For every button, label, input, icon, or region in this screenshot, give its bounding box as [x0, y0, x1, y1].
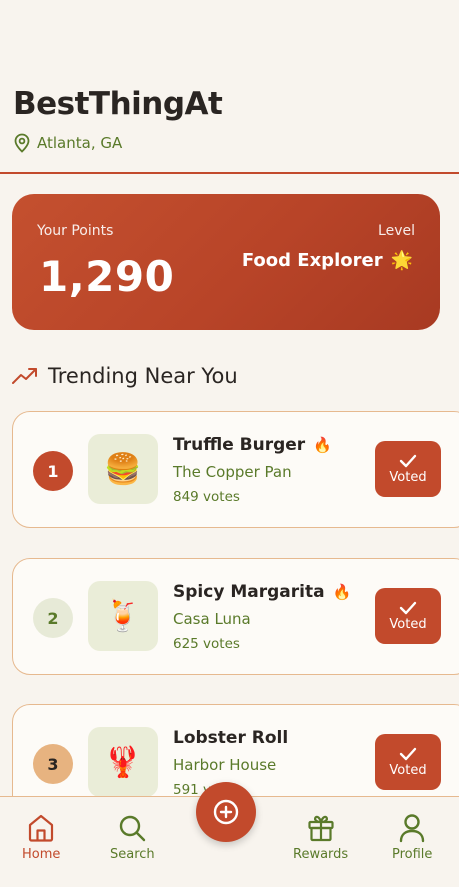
- header: BestThingAt Atlanta, GA: [0, 0, 459, 174]
- plus-circle-icon: [213, 799, 239, 825]
- location-pin-icon: [14, 133, 30, 153]
- rank-badge: 1: [33, 451, 73, 491]
- item-restaurant[interactable]: The Copper Pan: [173, 463, 292, 481]
- item-name-text: Spicy Margarita: [173, 582, 325, 602]
- search-icon: [120, 815, 146, 842]
- item-name-text: Truffle Burger: [173, 435, 306, 455]
- level-value: Food Explorer 🌟: [242, 250, 413, 271]
- item-name: Spicy Margarita 🔥: [173, 582, 351, 602]
- star-icon: 🌟: [390, 250, 413, 271]
- nav-profile[interactable]: Profile: [392, 813, 432, 862]
- section-title: Trending Near You: [48, 364, 238, 388]
- rank-badge: 2: [33, 598, 73, 638]
- trending-section-header: Trending Near You: [12, 364, 238, 388]
- item-votes: 849 votes: [173, 489, 240, 505]
- voted-button[interactable]: Voted: [375, 441, 441, 497]
- nav-search-label: Search: [110, 847, 155, 862]
- points-card: Your Points 1,290 Level Food Explorer 🌟: [12, 194, 440, 330]
- points-label: Your Points: [37, 223, 114, 239]
- trending-item-card[interactable]: 2 🍹 Spicy Margarita 🔥 Casa Luna 625 vote…: [12, 558, 459, 675]
- voted-button[interactable]: Voted: [375, 588, 441, 644]
- voted-label: Voted: [389, 469, 427, 485]
- nav-home[interactable]: Home: [22, 813, 60, 862]
- nav-rewards-label: Rewards: [293, 847, 349, 862]
- add-button[interactable]: [196, 782, 256, 842]
- nav-profile-label: Profile: [392, 847, 433, 862]
- points-value: 1,290: [39, 252, 175, 301]
- item-restaurant[interactable]: Casa Luna: [173, 610, 251, 628]
- nav-rewards[interactable]: Rewards: [293, 813, 348, 862]
- check-icon: [399, 747, 417, 760]
- cocktail-icon: 🍹: [88, 581, 158, 651]
- fire-icon: 🔥: [313, 436, 332, 454]
- nav-search[interactable]: Search: [110, 813, 155, 862]
- rank-badge: 3: [33, 744, 73, 784]
- check-icon: [399, 454, 417, 467]
- home-icon: [29, 814, 54, 842]
- item-votes: 625 votes: [173, 636, 240, 652]
- fire-icon: 🔥: [332, 583, 352, 601]
- item-name: Truffle Burger 🔥: [173, 435, 332, 455]
- user-icon: [400, 814, 425, 843]
- check-icon: [399, 601, 417, 614]
- burger-icon: 🍔: [88, 434, 158, 504]
- trending-item-card[interactable]: 1 🍔 Truffle Burger 🔥 The Copper Pan 849 …: [12, 411, 459, 528]
- level-label: Level: [378, 223, 415, 239]
- location-label: Atlanta, GA: [37, 134, 123, 152]
- lobster-icon: 🦞: [88, 727, 158, 797]
- voted-label: Voted: [389, 762, 427, 778]
- level-name: Food Explorer: [241, 250, 383, 271]
- location[interactable]: Atlanta, GA: [13, 133, 122, 153]
- gift-icon: [307, 815, 334, 842]
- voted-button[interactable]: Voted: [375, 734, 441, 790]
- nav-home-label: Home: [22, 847, 61, 862]
- item-name-text: Lobster Roll: [173, 728, 289, 748]
- app-title: BestThingAt: [13, 86, 223, 122]
- item-restaurant[interactable]: Harbor House: [173, 756, 276, 774]
- trending-up-icon: [12, 368, 37, 384]
- voted-label: Voted: [389, 616, 427, 632]
- item-name: Lobster Roll: [173, 728, 288, 748]
